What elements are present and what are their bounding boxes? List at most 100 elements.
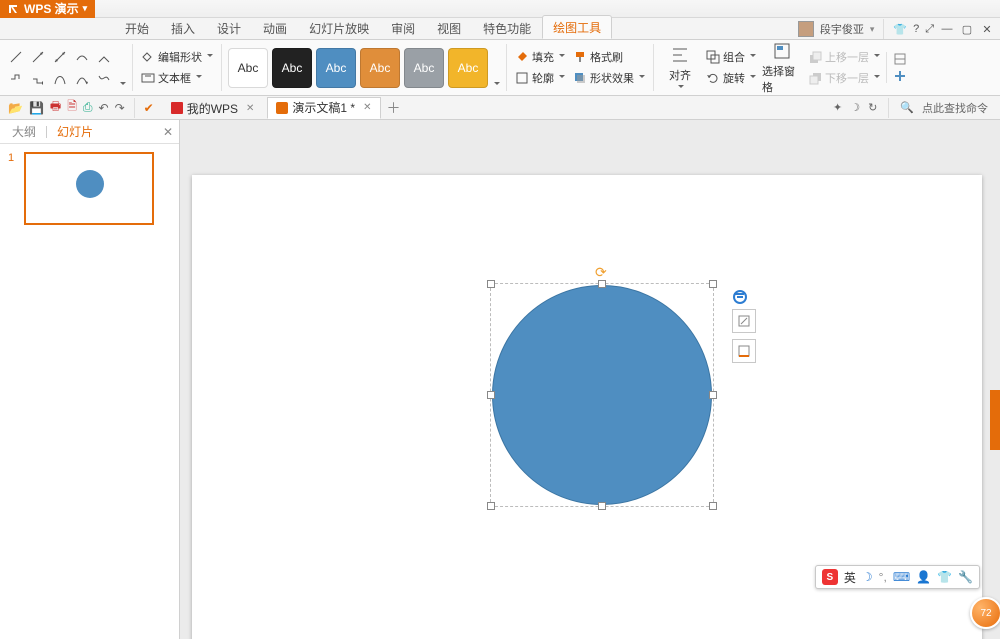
wrench-icon[interactable]: 🔧 bbox=[958, 570, 973, 584]
ime-lang[interactable]: 英 bbox=[844, 569, 856, 586]
resize-handle[interactable] bbox=[598, 502, 606, 510]
side-close-icon[interactable]: ✕ bbox=[163, 125, 173, 139]
print-preview-icon[interactable]: 🗎 bbox=[67, 97, 77, 118]
format-painter-button[interactable]: 格式刷 bbox=[571, 48, 647, 66]
redo-icon[interactable]: ↷ bbox=[115, 101, 125, 115]
help-icon[interactable]: ? bbox=[913, 23, 919, 35]
menu-tab-drawtools[interactable]: 绘图工具 bbox=[542, 15, 612, 39]
side-panel: 大纲 幻灯片 ✕ 1 bbox=[0, 120, 180, 639]
resize-handle[interactable] bbox=[487, 280, 495, 288]
doc-tab-mywps[interactable]: 我的WPS ✕ bbox=[162, 97, 264, 119]
punct-icon[interactable]: °, bbox=[879, 570, 887, 584]
menu-tab-design[interactable]: 设计 bbox=[206, 16, 252, 39]
shape-gallery-more-icon[interactable] bbox=[118, 79, 126, 89]
menu-tab-special[interactable]: 特色功能 bbox=[472, 16, 542, 39]
collapse-icon[interactable] bbox=[732, 289, 746, 303]
favorite-icon[interactable]: ✔ bbox=[144, 101, 154, 115]
group-button[interactable]: 组合 bbox=[704, 48, 758, 66]
menu-tab-review[interactable]: 审阅 bbox=[380, 16, 426, 39]
person-icon[interactable]: 👤 bbox=[916, 570, 931, 584]
shape-style-more-icon[interactable] bbox=[492, 79, 500, 89]
search-hint[interactable]: 点此查找命令 bbox=[922, 100, 988, 116]
shape-style-5[interactable]: Abc bbox=[404, 48, 444, 88]
slide-thumb-row[interactable]: 1 bbox=[8, 152, 171, 225]
canvas[interactable]: ⟳ bbox=[180, 120, 1000, 639]
side-tab-outline[interactable]: 大纲 bbox=[6, 121, 42, 142]
moon-icon[interactable]: ☽ bbox=[850, 101, 860, 114]
menu-tab-view[interactable]: 视图 bbox=[426, 16, 472, 39]
shape-style-1[interactable]: Abc bbox=[228, 48, 268, 88]
distribute-icon[interactable] bbox=[893, 69, 907, 83]
outline-button[interactable]: 轮廓 bbox=[513, 69, 567, 87]
move-up-button[interactable]: 上移一层 bbox=[806, 48, 882, 66]
group-label: 组合 bbox=[723, 49, 745, 65]
user-name[interactable]: 段宇俊亚 bbox=[820, 21, 864, 37]
menu-tab-slideshow[interactable]: 幻灯片放映 bbox=[298, 16, 380, 39]
resize-handle[interactable] bbox=[709, 280, 717, 288]
refresh-icon[interactable]: ↻ bbox=[868, 101, 877, 114]
rotate-button[interactable]: 旋转 bbox=[704, 69, 758, 87]
rotate-handle-icon[interactable]: ⟳ bbox=[595, 264, 607, 281]
window-close-icon[interactable]: ✕ bbox=[980, 22, 994, 36]
window-restore-icon[interactable]: ▢ bbox=[960, 22, 974, 36]
resize-handle[interactable] bbox=[709, 391, 717, 399]
shape-effect-button[interactable]: 形状效果 bbox=[571, 69, 647, 87]
close-icon[interactable]: ✕ bbox=[246, 103, 254, 114]
right-edge-tab[interactable] bbox=[990, 390, 1000, 450]
menu-tab-start[interactable]: 开始 bbox=[114, 16, 160, 39]
ime-bar[interactable]: S 英 ☽ °, ⌨ 👤 👕 🔧 bbox=[815, 565, 980, 589]
selection-pane-label: 选择窗格 bbox=[762, 63, 802, 95]
textbox-button[interactable]: 文本框 bbox=[139, 69, 215, 87]
window-minimize-icon[interactable]: — bbox=[940, 22, 954, 36]
zoom-knob[interactable]: 72 bbox=[970, 597, 1000, 629]
properties-icon[interactable] bbox=[893, 52, 907, 66]
menu-tab-animation[interactable]: 动画 bbox=[252, 16, 298, 39]
wand-icon[interactable]: ✦ bbox=[833, 101, 842, 114]
resize-handle[interactable] bbox=[487, 391, 495, 399]
app-name: WPS 演示 bbox=[24, 0, 79, 17]
undo-icon[interactable]: ↶ bbox=[99, 101, 109, 115]
textbox-label: 文本框 bbox=[158, 70, 191, 86]
user-dropdown-icon[interactable]: ▾ bbox=[870, 24, 875, 35]
format-painter-label: 格式刷 bbox=[590, 49, 623, 65]
app-logo[interactable]: WPS 演示 ▾ bbox=[0, 0, 95, 18]
search-icon[interactable]: 🔍 bbox=[900, 101, 914, 114]
doc-tab-presentation1[interactable]: 演示文稿1 * ✕ bbox=[267, 97, 380, 119]
resize-handle[interactable] bbox=[598, 280, 606, 288]
shape-style-3[interactable]: Abc bbox=[316, 48, 356, 88]
fill-button[interactable]: 填充 bbox=[513, 48, 567, 66]
print-icon[interactable]: 🖶 bbox=[50, 97, 61, 118]
shape-style-2[interactable]: Abc bbox=[272, 48, 312, 88]
skin-icon[interactable]: 👕 bbox=[937, 570, 952, 584]
align-button[interactable]: 对齐 bbox=[660, 45, 700, 91]
ribbon-group-shapes bbox=[6, 44, 133, 91]
open-icon[interactable]: 📂 bbox=[8, 101, 23, 115]
format-shape-icon[interactable] bbox=[732, 309, 756, 333]
side-tab-slides[interactable]: 幻灯片 bbox=[51, 121, 99, 142]
menu-tab-insert[interactable]: 插入 bbox=[160, 16, 206, 39]
shape-outline-icon[interactable] bbox=[732, 339, 756, 363]
close-icon[interactable]: ✕ bbox=[363, 102, 371, 113]
keyboard-icon[interactable]: ⌨ bbox=[893, 570, 910, 584]
shape-gallery[interactable] bbox=[6, 47, 114, 89]
expand-icon[interactable]: ⤢ bbox=[925, 23, 934, 36]
ppt-icon bbox=[276, 102, 288, 114]
floating-shape-tools bbox=[732, 289, 756, 363]
avatar[interactable] bbox=[798, 21, 814, 37]
resize-handle[interactable] bbox=[709, 502, 717, 510]
slide-thumbnail[interactable] bbox=[24, 152, 154, 225]
shape-style-4[interactable]: Abc bbox=[360, 48, 400, 88]
selection-pane-button[interactable]: 选择窗格 bbox=[762, 41, 802, 95]
menu-tab-bar: 开始 插入 设计 动画 幻灯片放映 审阅 视图 特色功能 绘图工具 段宇俊亚 ▾… bbox=[0, 18, 1000, 40]
skin-icon[interactable]: 👕 bbox=[893, 23, 907, 36]
save-icon[interactable]: 💾 bbox=[29, 101, 44, 115]
move-down-button[interactable]: 下移一层 bbox=[806, 69, 882, 87]
sogou-logo-icon: S bbox=[822, 569, 838, 585]
export-icon[interactable]: ⎙ bbox=[83, 100, 93, 115]
shape-style-6[interactable]: Abc bbox=[448, 48, 488, 88]
main-area: 大纲 幻灯片 ✕ 1 ⟳ bbox=[0, 120, 1000, 639]
moon-icon[interactable]: ☽ bbox=[862, 570, 873, 584]
add-tab-button[interactable]: ＋ bbox=[385, 99, 403, 117]
edit-shape-button[interactable]: 编辑形状 bbox=[139, 48, 215, 66]
resize-handle[interactable] bbox=[487, 502, 495, 510]
